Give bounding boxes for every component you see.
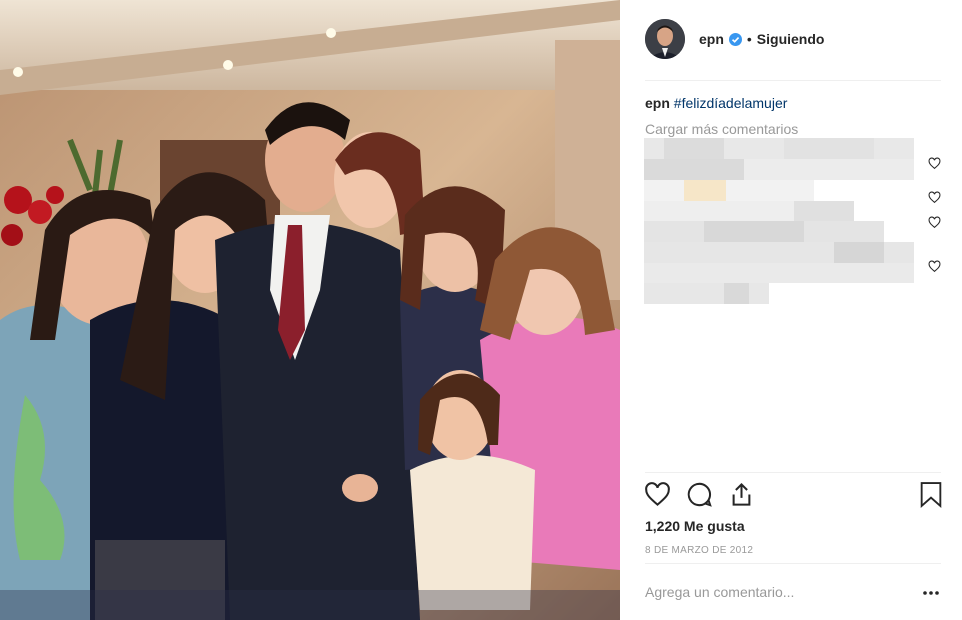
avatar[interactable] — [645, 19, 685, 59]
header-separator: • — [746, 31, 752, 47]
post-header: epn • Siguiendo — [645, 18, 941, 60]
likes-count[interactable]: 1,220 Me gusta — [645, 518, 745, 534]
caption-username[interactable]: epn — [645, 95, 670, 111]
comment-like-heart-icon[interactable] — [928, 157, 941, 170]
caption-hashtag[interactable]: #felizdíadelamujer — [674, 95, 788, 111]
post-date[interactable]: 8 DE MARZO DE 2012 — [645, 545, 753, 556]
divider — [645, 563, 941, 564]
comment-like-heart-icon[interactable] — [928, 216, 941, 229]
post-details-panel: epn • Siguiendo epn #felizdíadelamujer C… — [620, 0, 962, 620]
load-more-comments[interactable]: Cargar más comentarios — [645, 121, 798, 137]
divider — [645, 80, 941, 81]
share-upload-icon[interactable] — [728, 481, 755, 508]
following-button[interactable]: Siguiendo — [757, 31, 825, 47]
comment-like-heart-icon[interactable] — [928, 260, 941, 273]
action-bar — [644, 481, 944, 511]
bookmark-icon[interactable] — [919, 481, 943, 508]
comment-like-heart-icon[interactable] — [928, 191, 941, 204]
add-comment-input[interactable]: Agrega un comentario... — [645, 584, 794, 600]
username[interactable]: epn — [699, 31, 724, 47]
comment-bubble-icon[interactable] — [686, 481, 713, 508]
post-photo[interactable] — [0, 0, 620, 620]
post-caption: epn #felizdíadelamujer — [645, 95, 787, 111]
more-options-icon[interactable] — [921, 588, 941, 598]
divider — [645, 472, 941, 473]
verified-badge-icon — [728, 32, 742, 46]
family-group-photo — [0, 0, 620, 620]
pixelated-comments — [644, 138, 914, 304]
heart-icon[interactable] — [644, 481, 671, 508]
